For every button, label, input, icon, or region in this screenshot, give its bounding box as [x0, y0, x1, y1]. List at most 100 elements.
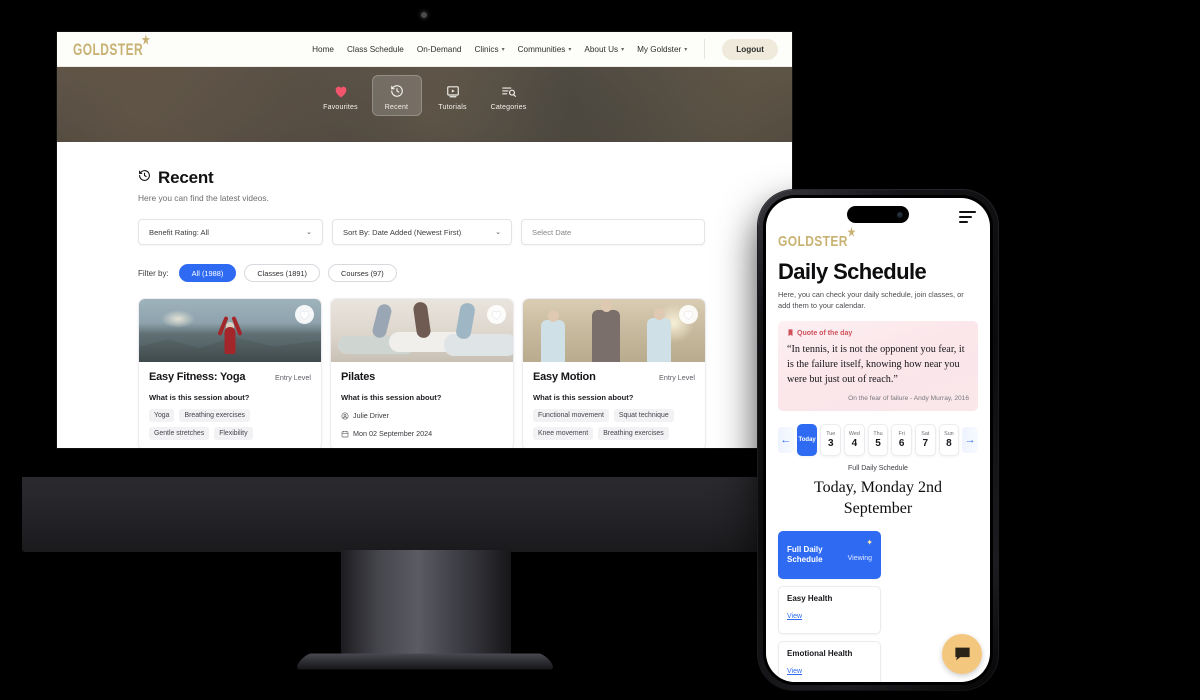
nav-item-communities[interactable]: Communities ▾	[518, 45, 572, 54]
tile-title: Emotional Health	[787, 649, 853, 659]
video-play-icon	[428, 81, 478, 101]
page-title-row: Recent	[138, 168, 762, 188]
next-day-button[interactable]: →	[962, 426, 979, 453]
history-clock-icon	[138, 169, 151, 187]
chevron-down-icon: ▾	[501, 46, 505, 53]
card-instructor: Julie Driver	[341, 411, 503, 420]
page-subtitle: Here you can find the latest videos.	[138, 193, 269, 203]
day-cell-thu[interactable]: Thu 5	[867, 423, 889, 456]
video-card[interactable]: Easy Fitness: Yoga Entry Level What is t…	[138, 298, 322, 448]
card-level-badge: Entry Level	[659, 373, 695, 382]
day-cell-tue[interactable]: Tue 3	[820, 423, 842, 456]
favourite-button[interactable]	[487, 305, 506, 324]
nav-item-home[interactable]: Home	[312, 45, 334, 54]
card-tag: Gentle stretches	[149, 427, 210, 440]
day-weekday: Tue	[826, 430, 836, 437]
video-card[interactable]: Easy Motion Entry Level What is this ses…	[522, 298, 706, 448]
person-circle-icon	[341, 412, 349, 419]
chevron-down-icon: ▾	[568, 46, 572, 53]
filter-chip-classes[interactable]: Classes (1891)	[244, 264, 321, 282]
front-camera-icon	[897, 211, 903, 218]
schedule-section-label: Full Daily Schedule	[848, 464, 908, 472]
monitor-stand-base	[293, 653, 557, 670]
nav-label: My Goldster	[637, 44, 682, 54]
nav-label: Clinics	[474, 44, 499, 54]
nav-item-about-us[interactable]: About Us ▾	[584, 45, 624, 54]
chat-support-button[interactable]	[942, 634, 982, 674]
card-title: Pilates	[341, 371, 376, 383]
card-title: Easy Fitness: Yoga	[149, 371, 246, 383]
card-title: Easy Motion	[533, 371, 596, 383]
card-question: What is this session about?	[533, 393, 634, 402]
hero-tab-bar: Favourites Recent Tutorials Categories	[57, 67, 792, 116]
nav-item-on-demand[interactable]: On-Demand	[417, 45, 462, 54]
schedule-tile-emotional-health[interactable]: Emotional Health View	[778, 641, 881, 682]
nav-item-class-schedule[interactable]: Class Schedule	[347, 45, 404, 54]
phone-logo[interactable]: GOLDSTER ★	[778, 226, 855, 250]
hamburger-menu-icon[interactable]	[959, 211, 976, 226]
prev-day-button[interactable]: ←	[778, 426, 794, 453]
thumbnail-image-pilates	[331, 299, 513, 362]
history-clock-icon	[372, 81, 422, 101]
hero-tab-label: Tutorials	[438, 104, 467, 111]
filter-chip-all[interactable]: All (1988)	[178, 264, 237, 282]
nav-item-clinics[interactable]: Clinics ▾	[474, 45, 504, 54]
select-date-input[interactable]: Select Date	[521, 219, 705, 245]
day-weekday: Thu	[873, 430, 883, 437]
schedule-tile-easy-health[interactable]: Easy Health View	[778, 586, 881, 635]
day-number: 4	[851, 437, 858, 449]
day-cell-today[interactable]: Today	[796, 423, 818, 456]
sparkle-icon: ✦	[866, 538, 873, 548]
hero-tab-favourites[interactable]: Favourites	[316, 75, 366, 116]
nav-label: About Us	[584, 44, 619, 54]
calendar-icon	[341, 430, 349, 437]
nav-divider	[704, 39, 706, 59]
quote-header: Quote of the day	[787, 329, 969, 337]
hero-tab-categories[interactable]: Categories	[484, 75, 534, 116]
thumbnail-image-yoga	[139, 299, 321, 362]
nav-item-my-goldster[interactable]: My Goldster ▾	[637, 45, 687, 54]
phone-page-title: Daily Schedule	[778, 259, 927, 284]
webcam-dot	[421, 12, 427, 18]
benefit-rating-select[interactable]: Benefit Rating: All ⌄	[138, 219, 323, 245]
favourite-button[interactable]	[295, 305, 314, 324]
bookmark-icon	[788, 329, 793, 337]
scene: GOLDSTER ★ Home Class Schedule On-Demand …	[0, 0, 1200, 700]
day-number: 7	[922, 437, 929, 449]
hero-tab-recent[interactable]: Recent	[371, 75, 422, 116]
monitor-screen: GOLDSTER ★ Home Class Schedule On-Demand …	[57, 32, 792, 448]
day-selector-strip: ← Today Tue 3 Wed 4 Thu 5 Fri 6 Sat 7 Su…	[778, 423, 979, 456]
quote-header-label: Quote of the day	[797, 329, 853, 337]
site-logo[interactable]: GOLDSTER ★	[73, 33, 150, 58]
dynamic-island	[847, 206, 909, 223]
card-thumbnail	[523, 299, 705, 362]
card-tag: Breathing exercises	[598, 427, 669, 440]
hero-tab-label: Recent	[384, 104, 409, 111]
video-card[interactable]: Pilates What is this session about? Juli…	[330, 298, 514, 448]
day-cell-sun[interactable]: Sun 8	[938, 423, 960, 456]
phone-logo-text: GOLDSTER	[778, 232, 848, 250]
logout-button[interactable]: Logout	[722, 38, 778, 60]
card-tag: Flexibility	[214, 427, 253, 440]
select-value: Benefit Rating: All	[149, 227, 209, 237]
favourite-button[interactable]	[679, 305, 698, 324]
filter-chip-courses[interactable]: Courses (97)	[328, 264, 397, 282]
page-title: Recent	[158, 168, 214, 187]
hero-tab-tutorials[interactable]: Tutorials	[428, 75, 478, 116]
heart-icon	[300, 310, 309, 320]
card-date: Mon 02 September 2024	[341, 429, 503, 438]
card-tag: Squat technique	[613, 409, 674, 422]
day-weekday: Sun	[944, 430, 954, 437]
card-question: What is this session about?	[149, 393, 250, 402]
monitor-stand-neck	[341, 550, 511, 660]
day-cell-fri[interactable]: Fri 6	[891, 423, 912, 456]
day-cell-wed[interactable]: Wed 4	[844, 423, 865, 456]
sort-by-select[interactable]: Sort By: Date Added (Newest First) ⌄	[332, 219, 512, 245]
day-cell-sat[interactable]: Sat 7	[914, 423, 936, 456]
tile-action[interactable]: View	[787, 668, 802, 675]
schedule-tile-full-daily[interactable]: ✦ Full Daily Schedule Viewing	[778, 531, 881, 580]
quote-attribution: On the fear of failure - Andy Murray, 20…	[848, 394, 969, 402]
day-number: 5	[875, 437, 881, 449]
nav-label: Communities	[517, 44, 566, 54]
tile-action[interactable]: View	[787, 613, 802, 620]
